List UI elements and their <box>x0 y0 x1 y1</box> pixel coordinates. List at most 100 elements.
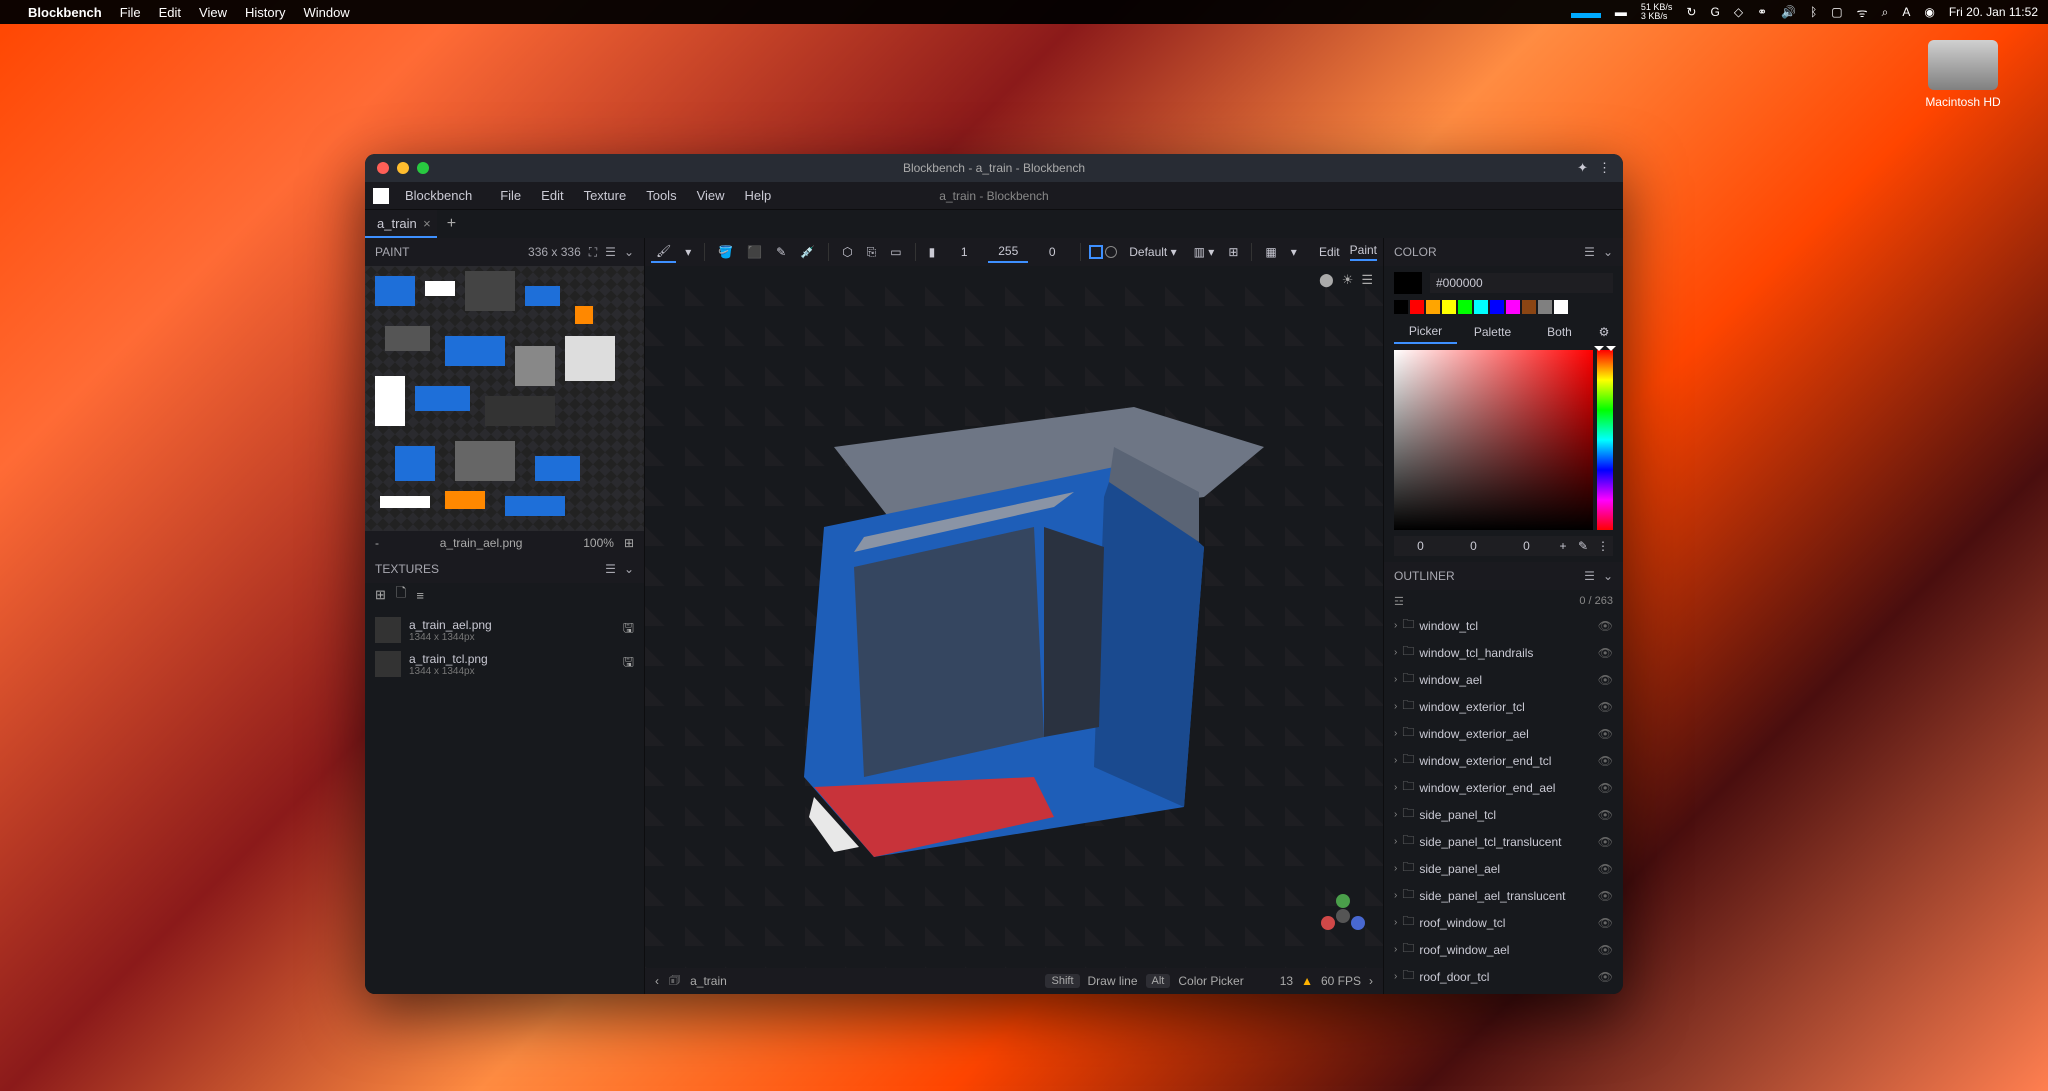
mode-paint-button[interactable]: Paint <box>1350 243 1377 261</box>
app-menu-texture[interactable]: Texture <box>576 185 635 206</box>
visibility-icon[interactable]: 👁 <box>1598 970 1613 984</box>
menubar-battery-icon[interactable]: ▬ <box>1615 5 1627 19</box>
tab-close-icon[interactable]: × <box>423 216 431 231</box>
visibility-icon[interactable]: 👁 <box>1598 646 1613 660</box>
menubar-bluetooth-icon[interactable]: ᛒ <box>1810 5 1817 19</box>
save-icon[interactable]: 🖫 <box>623 619 634 641</box>
shape-tool-icon[interactable]: ⬡ <box>837 242 857 262</box>
outliner-item[interactable]: ›🗀roof_door_tcl👁 <box>1388 963 1619 990</box>
tab-a-train[interactable]: a_train × <box>365 210 437 238</box>
panel-menu-icon[interactable]: ☰ <box>605 245 616 259</box>
b-input[interactable]: 0 <box>1500 536 1553 556</box>
saturation-value-field[interactable] <box>1394 350 1593 530</box>
visibility-icon[interactable]: 👁 <box>1598 781 1613 795</box>
palette-swatch[interactable] <box>1442 300 1456 314</box>
more-icon[interactable]: ⋮ <box>1598 160 1611 176</box>
chevron-right-icon[interactable]: › <box>1394 917 1397 928</box>
chevron-right-icon[interactable]: › <box>1394 647 1397 658</box>
visibility-icon[interactable]: 👁 <box>1598 619 1613 633</box>
panel-menu-icon[interactable]: ☰ <box>605 562 616 576</box>
outliner-item[interactable]: ›🗀roof_door_ael👁 <box>1388 990 1619 994</box>
palette-swatch[interactable] <box>1522 300 1536 314</box>
app-menu-tools[interactable]: Tools <box>638 185 684 206</box>
menubar-g-icon[interactable]: G <box>1710 5 1719 19</box>
app-menu-view[interactable]: View <box>689 185 733 206</box>
color-more-icon[interactable]: ⋮ <box>1593 536 1613 556</box>
eyedropper-icon[interactable]: ✎ <box>1573 536 1593 556</box>
chevron-down-icon[interactable]: ⌄ <box>1603 569 1613 583</box>
new-texture-icon[interactable]: 🗋 <box>396 584 406 606</box>
save-icon[interactable]: 🖫 <box>623 653 634 675</box>
chevron-right-icon[interactable]: › <box>1394 701 1397 712</box>
copy-tool-icon[interactable]: ⎘ <box>862 242 882 263</box>
sun-icon[interactable]: ☀ <box>1342 272 1354 288</box>
orientation-gizmo[interactable] <box>1321 894 1365 938</box>
viewport-menu-icon[interactable]: ☰ <box>1361 272 1373 288</box>
palette-swatch[interactable] <box>1538 300 1552 314</box>
menubar-sync-icon[interactable]: ↻ <box>1686 5 1696 19</box>
visibility-icon[interactable]: 👁 <box>1598 943 1613 957</box>
warn-count[interactable]: 13 <box>1280 974 1293 988</box>
menu-file[interactable]: File <box>120 5 141 20</box>
nav-forward-icon[interactable]: › <box>1369 974 1373 988</box>
nav-back-icon[interactable]: ‹ <box>655 974 659 988</box>
mode-edit-button[interactable]: Edit <box>1319 245 1340 259</box>
uv-editor[interactable] <box>365 266 644 531</box>
app-menu-file[interactable]: File <box>492 185 529 206</box>
chevron-right-icon[interactable]: › <box>1394 863 1397 874</box>
view-grid-icon[interactable]: ▦ <box>1260 242 1281 262</box>
visibility-icon[interactable]: 👁 <box>1598 889 1613 903</box>
palette-swatch[interactable] <box>1458 300 1472 314</box>
visibility-icon[interactable]: 👁 <box>1598 916 1613 930</box>
panel-menu-icon[interactable]: ☰ <box>1584 569 1595 583</box>
chevron-right-icon[interactable]: › <box>1394 971 1397 982</box>
visibility-icon[interactable]: 👁 <box>1598 835 1613 849</box>
outliner-item[interactable]: ›🗀side_panel_ael_translucent👁 <box>1388 882 1619 909</box>
menubar-link-icon[interactable]: ⚭ <box>1757 5 1767 19</box>
menu-window[interactable]: Window <box>303 5 349 20</box>
outliner-item[interactable]: ›🗀roof_window_ael👁 <box>1388 936 1619 963</box>
tab-picker[interactable]: Picker <box>1394 320 1457 344</box>
brush-menu-icon[interactable]: ▾ <box>680 242 696 262</box>
menu-edit[interactable]: Edit <box>159 5 181 20</box>
maximize-button[interactable] <box>417 162 429 174</box>
outliner-item[interactable]: ›🗀side_panel_tcl👁 <box>1388 801 1619 828</box>
outliner-item[interactable]: ›🗀window_tcl👁 <box>1388 612 1619 639</box>
tab-palette[interactable]: Palette <box>1461 321 1524 343</box>
chevron-right-icon[interactable]: › <box>1394 944 1397 955</box>
eyedropper-icon[interactable]: 💉 <box>795 242 820 262</box>
menubar-search-icon[interactable]: ⌕ <box>1882 5 1889 20</box>
visibility-icon[interactable]: 👁 <box>1598 808 1613 822</box>
close-button[interactable] <box>377 162 389 174</box>
minimize-button[interactable] <box>397 162 409 174</box>
menu-view[interactable]: View <box>199 5 227 20</box>
current-color-swatch[interactable] <box>1394 272 1422 294</box>
color-picker[interactable] <box>1394 350 1613 530</box>
hex-input[interactable]: #000000 <box>1430 273 1613 293</box>
brush-tool-icon[interactable]: 🖌 <box>651 241 676 263</box>
extension-icon[interactable]: ✦ <box>1577 160 1588 176</box>
chevron-right-icon[interactable]: › <box>1394 890 1397 901</box>
mirror-x-toggle[interactable] <box>1089 245 1103 259</box>
new-tab-button[interactable]: + <box>437 215 466 233</box>
visibility-icon[interactable]: 👁 <box>1598 700 1613 714</box>
outliner-item[interactable]: ›🗀side_panel_ael👁 <box>1388 855 1619 882</box>
chevron-down-icon[interactable]: ⌄ <box>1603 245 1613 259</box>
fill-tool-icon[interactable]: 🪣 <box>713 242 738 262</box>
menubar-graph-icon[interactable] <box>1571 6 1601 18</box>
lock-alpha-icon[interactable]: ▮ <box>924 242 941 262</box>
r-input[interactable]: 0 <box>1394 536 1447 556</box>
3d-viewport[interactable]: ⬤ ☀ ☰ <box>645 266 1383 968</box>
brush-opacity-input[interactable]: 255 <box>988 241 1028 263</box>
palette-swatch[interactable] <box>1474 300 1488 314</box>
uv-center-icon[interactable]: ⊞ <box>624 536 634 550</box>
brush-softness-input[interactable]: 0 <box>1032 242 1072 262</box>
chevron-down-icon[interactable]: ⌄ <box>624 562 634 576</box>
view-menu-icon[interactable]: ▾ <box>1286 242 1302 262</box>
outliner-item[interactable]: ›🗀window_ael👁 <box>1388 666 1619 693</box>
app-menu-help[interactable]: Help <box>737 185 780 206</box>
outliner-item[interactable]: ›🗀roof_window_tcl👁 <box>1388 909 1619 936</box>
app-menu-edit[interactable]: Edit <box>533 185 571 206</box>
menubar-square-icon[interactable]: ▢ <box>1831 5 1842 19</box>
outliner-item[interactable]: ›🗀side_panel_tcl_translucent👁 <box>1388 828 1619 855</box>
